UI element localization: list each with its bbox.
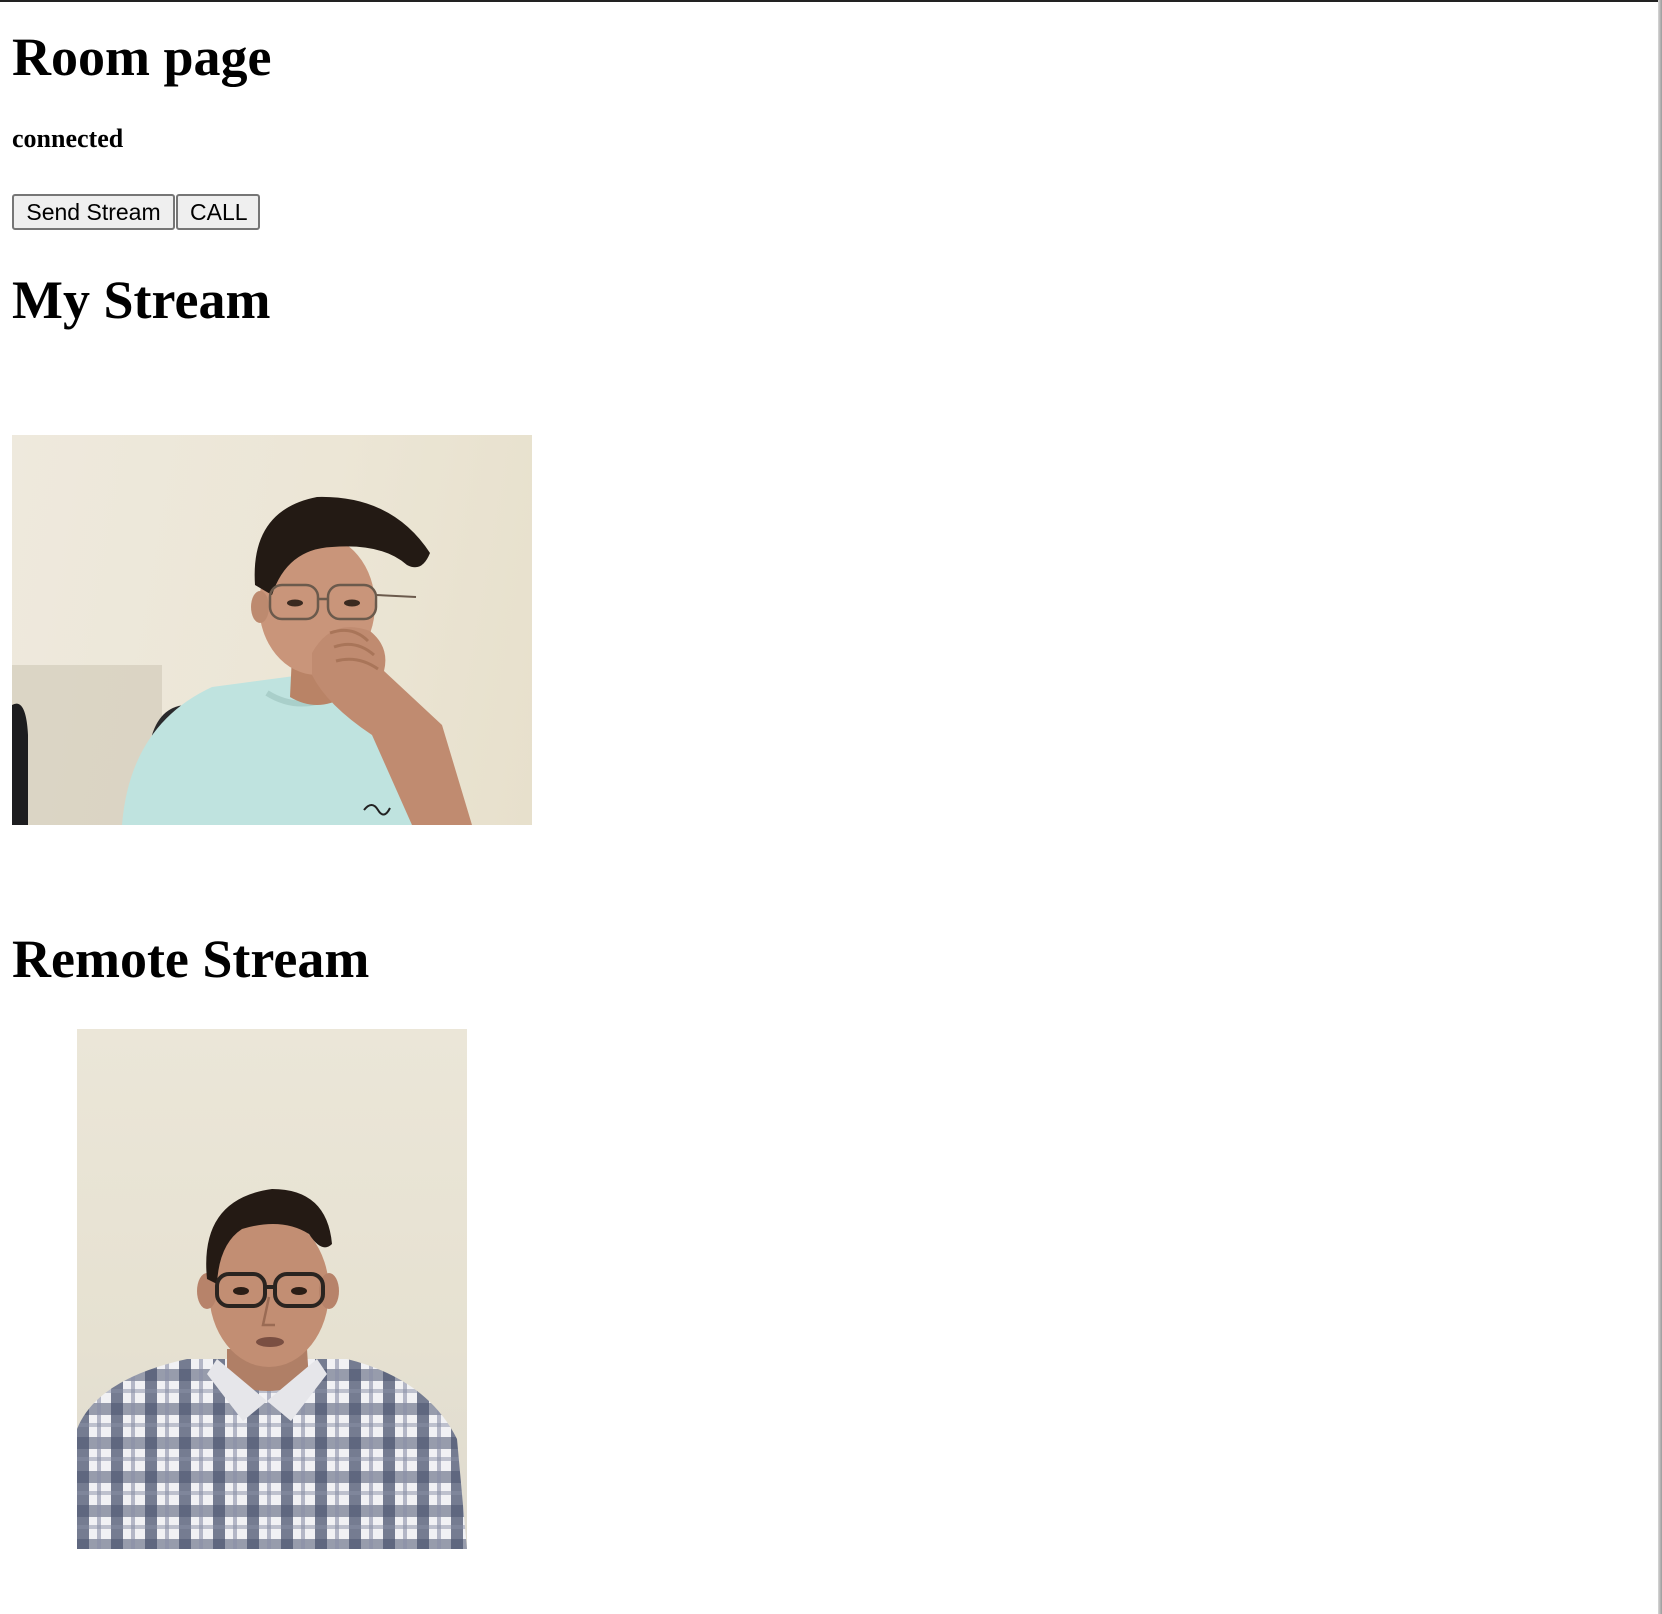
send-stream-button[interactable]: Send Stream (12, 194, 175, 230)
page-title: Room page (12, 27, 272, 87)
remote-stream-video[interactable] (77, 1029, 467, 1549)
my-stream-video[interactable] (12, 435, 532, 825)
remote-stream-frame (77, 1189, 467, 1549)
my-stream-heading: My Stream (12, 270, 271, 330)
my-stream-frame (12, 496, 472, 825)
remote-stream-heading: Remote Stream (12, 929, 370, 989)
scrollbar-edge[interactable] (1658, 0, 1662, 1614)
call-button[interactable]: CALL (176, 194, 260, 230)
connection-status: connected (12, 124, 124, 153)
